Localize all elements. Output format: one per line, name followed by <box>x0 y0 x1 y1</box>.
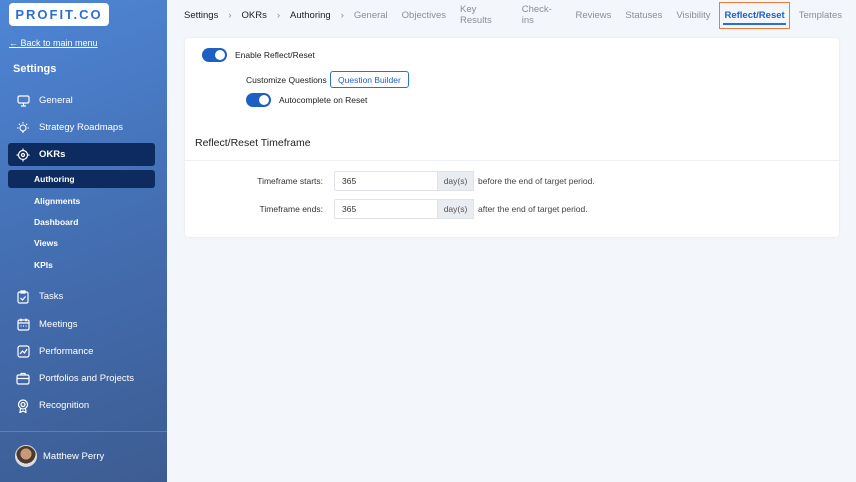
reflect-reset-settings-card: Enable Reflect/Reset Customize Questions… <box>185 38 839 237</box>
settings-title: Settings <box>13 63 57 75</box>
timeframe-starts-label: Timeframe starts: <box>257 176 323 186</box>
timeframe-starts-unit: day(s) <box>437 171 474 191</box>
breadcrumb-separator: › <box>228 9 232 21</box>
sidebar-item-strategy-roadmaps[interactable]: Strategy Roadmaps <box>8 116 155 139</box>
sidebar-item-label: General <box>39 95 73 106</box>
timeframe-starts-row: Timeframe starts: day(s) before the end … <box>185 171 839 191</box>
tab-statuses[interactable]: Statuses <box>625 10 662 21</box>
timeframe-ends-suffix: after the end of target period. <box>478 204 588 214</box>
award-icon <box>16 398 30 413</box>
clipboard-check-icon <box>16 289 30 304</box>
sidebar-item-tasks[interactable]: Tasks <box>8 285 155 308</box>
sidebar-item-performance[interactable]: Performance <box>8 340 155 363</box>
briefcase-icon <box>16 372 30 386</box>
timeframe-ends-unit: day(s) <box>437 199 474 219</box>
tab-objectives[interactable]: Objectives <box>402 10 446 21</box>
breadcrumb-authoring[interactable]: Authoring <box>290 10 331 21</box>
tab-general[interactable]: General <box>354 10 388 21</box>
breadcrumb-separator: › <box>276 9 281 21</box>
sidebar-subitem-views[interactable]: Views <box>8 234 155 252</box>
sidebar: PROFIT.CO ← Back to main menu Settings G… <box>0 0 167 482</box>
question-builder-button[interactable]: Question Builder <box>330 71 409 88</box>
sidebar-subitem-kpis[interactable]: KPIs <box>8 256 155 274</box>
sidebar-item-label: Recognition <box>39 400 90 411</box>
top-navigation: Settings › OKRs › Authoring › General Objec… <box>167 0 856 30</box>
sidebar-item-label: Performance <box>39 346 94 357</box>
tab-reviews[interactable]: Reviews <box>575 10 611 21</box>
avatar <box>15 445 37 467</box>
tab-templates[interactable]: Templates <box>799 10 842 21</box>
breadcrumb-settings[interactable]: Settings <box>184 10 218 21</box>
chart-line-icon <box>16 345 30 359</box>
sidebar-item-okrs[interactable]: OKRs <box>8 143 155 166</box>
sidebar-item-label: Tasks <box>39 291 64 302</box>
autocomplete-on-reset-label: Autocomplete on Reset <box>279 95 368 105</box>
section-title: Reflect/Reset Timeframe <box>195 137 311 149</box>
sidebar-subitem-authoring[interactable]: Authoring <box>8 170 155 188</box>
timeframe-ends-row: Timeframe ends: day(s) after the end of … <box>185 199 839 219</box>
breadcrumb-okrs[interactable]: OKRs <box>242 10 267 21</box>
target-icon <box>16 148 30 162</box>
tab-key-results[interactable]: Key Results <box>460 4 508 26</box>
sidebar-divider <box>0 431 167 432</box>
timeframe-ends-label: Timeframe ends: <box>259 204 323 214</box>
sidebar-item-label: Strategy Roadmaps <box>39 122 123 133</box>
customize-questions-label: Customize Questions <box>246 75 327 85</box>
lightbulb-icon <box>16 121 30 135</box>
enable-reflect-reset-toggle[interactable] <box>202 48 227 62</box>
sidebar-item-label: Meetings <box>39 319 78 330</box>
section-divider <box>185 160 839 161</box>
user-profile[interactable]: Matthew Perry <box>15 445 104 467</box>
sidebar-subitem-dashboard[interactable]: Dashboard <box>8 213 155 231</box>
user-name: Matthew Perry <box>43 450 105 462</box>
enable-reflect-reset-label: Enable Reflect/Reset <box>235 50 315 60</box>
sidebar-item-general[interactable]: General <box>8 89 155 112</box>
sidebar-item-label: OKRs <box>39 149 66 160</box>
tab-check-ins[interactable]: Check-ins <box>522 4 562 26</box>
tab-reflect-reset[interactable]: Reflect/Reset <box>719 1 790 29</box>
timeframe-starts-suffix: before the end of target period. <box>478 176 595 186</box>
sidebar-subitem-alignments[interactable]: Alignments <box>8 192 155 210</box>
back-to-main-menu-link[interactable]: ← Back to main menu <box>9 38 98 48</box>
sidebar-item-recognition[interactable]: Recognition <box>8 394 155 417</box>
tab-visibility[interactable]: Visibility <box>676 10 710 21</box>
sidebar-item-label: Portfolios and Projects <box>39 373 135 384</box>
sidebar-item-meetings[interactable]: Meetings <box>8 313 155 336</box>
autocomplete-on-reset-toggle[interactable] <box>246 93 271 107</box>
breadcrumb-separator: › <box>340 9 344 21</box>
sidebar-item-portfolios-and-projects[interactable]: Portfolios and Projects <box>8 367 155 390</box>
timeframe-starts-input[interactable] <box>334 171 438 191</box>
monitor-icon <box>16 94 30 108</box>
timeframe-ends-input[interactable] <box>334 199 438 219</box>
calendar-icon <box>16 318 30 332</box>
profit-co-logo[interactable]: PROFIT.CO <box>9 3 109 26</box>
